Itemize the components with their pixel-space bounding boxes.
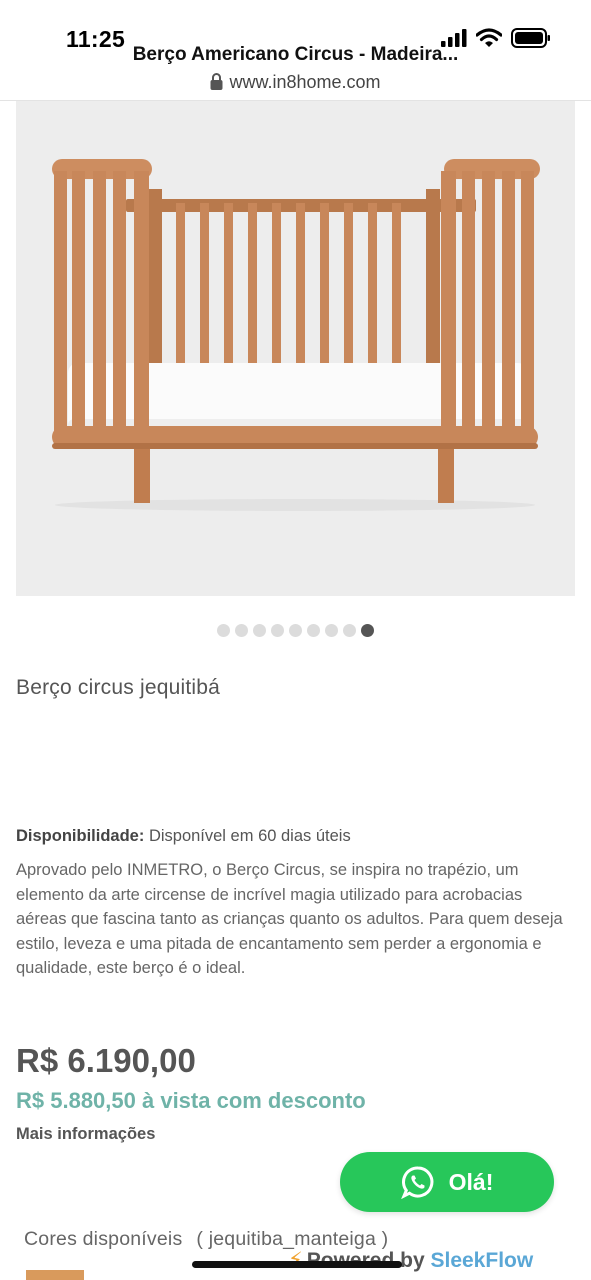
whatsapp-button-label: Olá! [448, 1168, 494, 1195]
product-price: R$ 6.190,00 [16, 1042, 196, 1079]
powered-by: by [400, 1249, 425, 1272]
home-indicator [192, 1261, 402, 1268]
carousel-dot[interactable] [343, 624, 356, 637]
carousel-dot[interactable] [253, 624, 266, 637]
availability-value: Disponível em 60 dias úteis [148, 827, 351, 845]
whatsapp-icon [400, 1166, 434, 1199]
carousel-dot[interactable] [325, 624, 338, 637]
product-image[interactable] [16, 101, 575, 596]
colors-value: ( jequitiba_manteiga ) [196, 1228, 389, 1250]
carousel-dot[interactable] [307, 624, 320, 637]
discount-price: R$ 5.880,50 à vista com desconto [16, 1088, 366, 1113]
whatsapp-chat-button[interactable]: Olá! [340, 1152, 554, 1212]
colors-label: Cores disponíveis [24, 1228, 183, 1250]
carousel-dot[interactable] [289, 624, 302, 637]
carousel-dots [0, 624, 591, 637]
carousel-dot[interactable] [217, 624, 230, 637]
page-title: Berço Americano Circus - Madeira... [132, 44, 459, 65]
carousel-dot-active[interactable] [361, 624, 374, 637]
product-name: Berço circus jequitibá [16, 676, 220, 699]
carousel-dot[interactable] [235, 624, 248, 637]
availability-label: Disponibilidade: [16, 827, 145, 845]
availability: Disponibilidade: Disponível em 60 dias ú… [16, 827, 351, 846]
lock-icon [210, 73, 223, 90]
powered-brand: SleekFlow [430, 1249, 534, 1272]
color-swatch[interactable] [26, 1270, 84, 1280]
url-text: www.in8home.com [229, 72, 381, 92]
carousel-dot[interactable] [271, 624, 284, 637]
url-bar[interactable]: www.in8home.com [0, 72, 591, 93]
product-description: Aprovado pelo INMETRO, o Berço Circus, s… [16, 861, 563, 978]
more-info-link[interactable]: Mais informações [16, 1125, 155, 1144]
crib-illustration [16, 101, 575, 596]
